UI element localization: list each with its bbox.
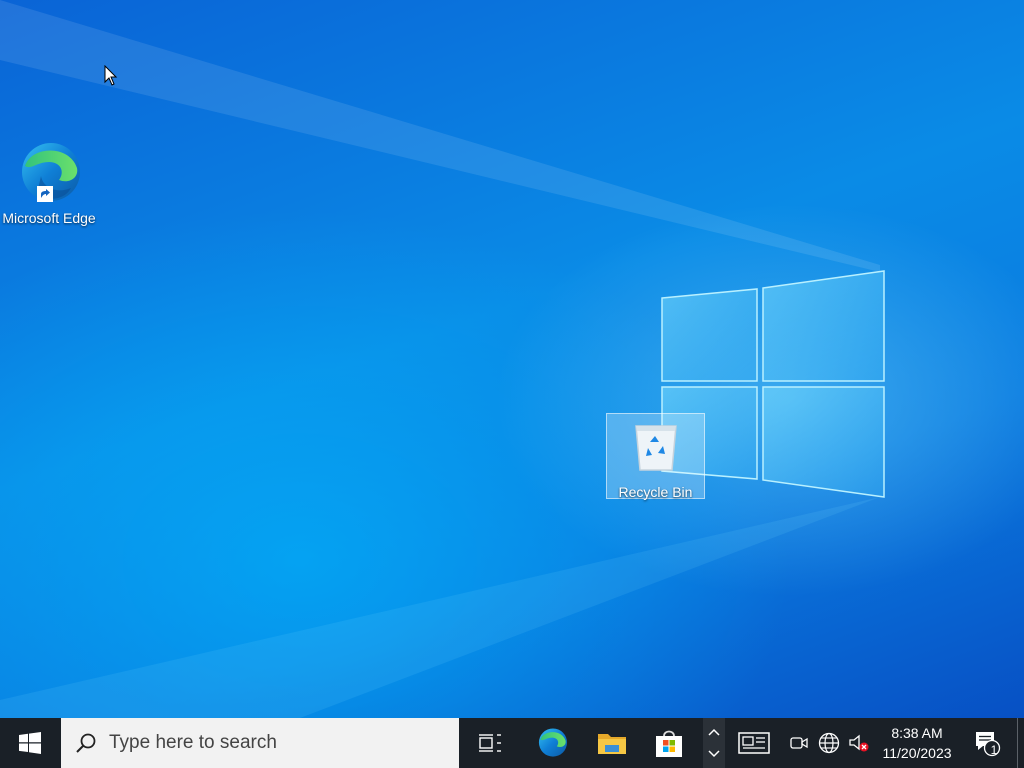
taskbar-edge-button[interactable] bbox=[528, 718, 576, 768]
desktop-icon-microsoft-edge[interactable]: Microsoft Edge bbox=[0, 140, 98, 228]
news-and-interests-button[interactable] bbox=[732, 718, 776, 768]
taskbar-file-explorer-button[interactable] bbox=[588, 718, 636, 768]
network-globe-icon bbox=[818, 732, 840, 754]
windows-logo-wallpaper bbox=[0, 0, 885, 718]
chevron-down-icon bbox=[708, 750, 720, 758]
taskbar: 8:38 AM 11/20/2023 1 bbox=[0, 718, 1024, 768]
search-input[interactable] bbox=[109, 732, 409, 754]
desktop-background[interactable]: Microsoft Edge Recycle Bin bbox=[0, 0, 1024, 718]
mouse-cursor-icon bbox=[104, 65, 118, 86]
desktop-icon-label: Recycle Bin bbox=[618, 484, 693, 500]
start-button[interactable] bbox=[0, 718, 60, 768]
volume-button[interactable] bbox=[846, 718, 872, 768]
meet-now-icon bbox=[790, 737, 808, 749]
show-desktop-button[interactable] bbox=[1017, 718, 1024, 768]
windows-start-icon bbox=[19, 732, 41, 754]
recycle-bin-icon bbox=[628, 418, 684, 474]
folder-icon bbox=[598, 734, 626, 754]
clock-time: 8:38 AM bbox=[891, 725, 943, 741]
show-hidden-icons-button[interactable] bbox=[703, 718, 725, 768]
clock[interactable]: 8:38 AM 11/20/2023 bbox=[874, 718, 960, 768]
taskbar-store-button[interactable] bbox=[645, 718, 693, 768]
chevron-up-icon bbox=[708, 728, 720, 736]
action-center-button[interactable]: 1 bbox=[964, 718, 1010, 768]
task-view-button[interactable] bbox=[466, 718, 514, 768]
volume-muted-icon bbox=[849, 734, 869, 752]
meet-now-button[interactable] bbox=[788, 718, 810, 768]
notification-count-badge: 1 bbox=[990, 743, 998, 757]
edge-icon bbox=[17, 140, 81, 206]
store-icon bbox=[656, 730, 682, 757]
edge-icon bbox=[538, 728, 568, 757]
taskbar-search-box[interactable] bbox=[61, 718, 459, 768]
network-button[interactable] bbox=[814, 718, 844, 768]
clock-date: 11/20/2023 bbox=[882, 745, 952, 761]
shortcut-arrow-icon bbox=[37, 186, 53, 202]
task-view-icon bbox=[479, 734, 501, 752]
desktop-icon-recycle-bin[interactable]: Recycle Bin bbox=[606, 413, 705, 500]
news-icon bbox=[738, 732, 770, 754]
desktop-icon-label: Microsoft Edge bbox=[2, 210, 96, 226]
search-icon bbox=[76, 733, 96, 753]
